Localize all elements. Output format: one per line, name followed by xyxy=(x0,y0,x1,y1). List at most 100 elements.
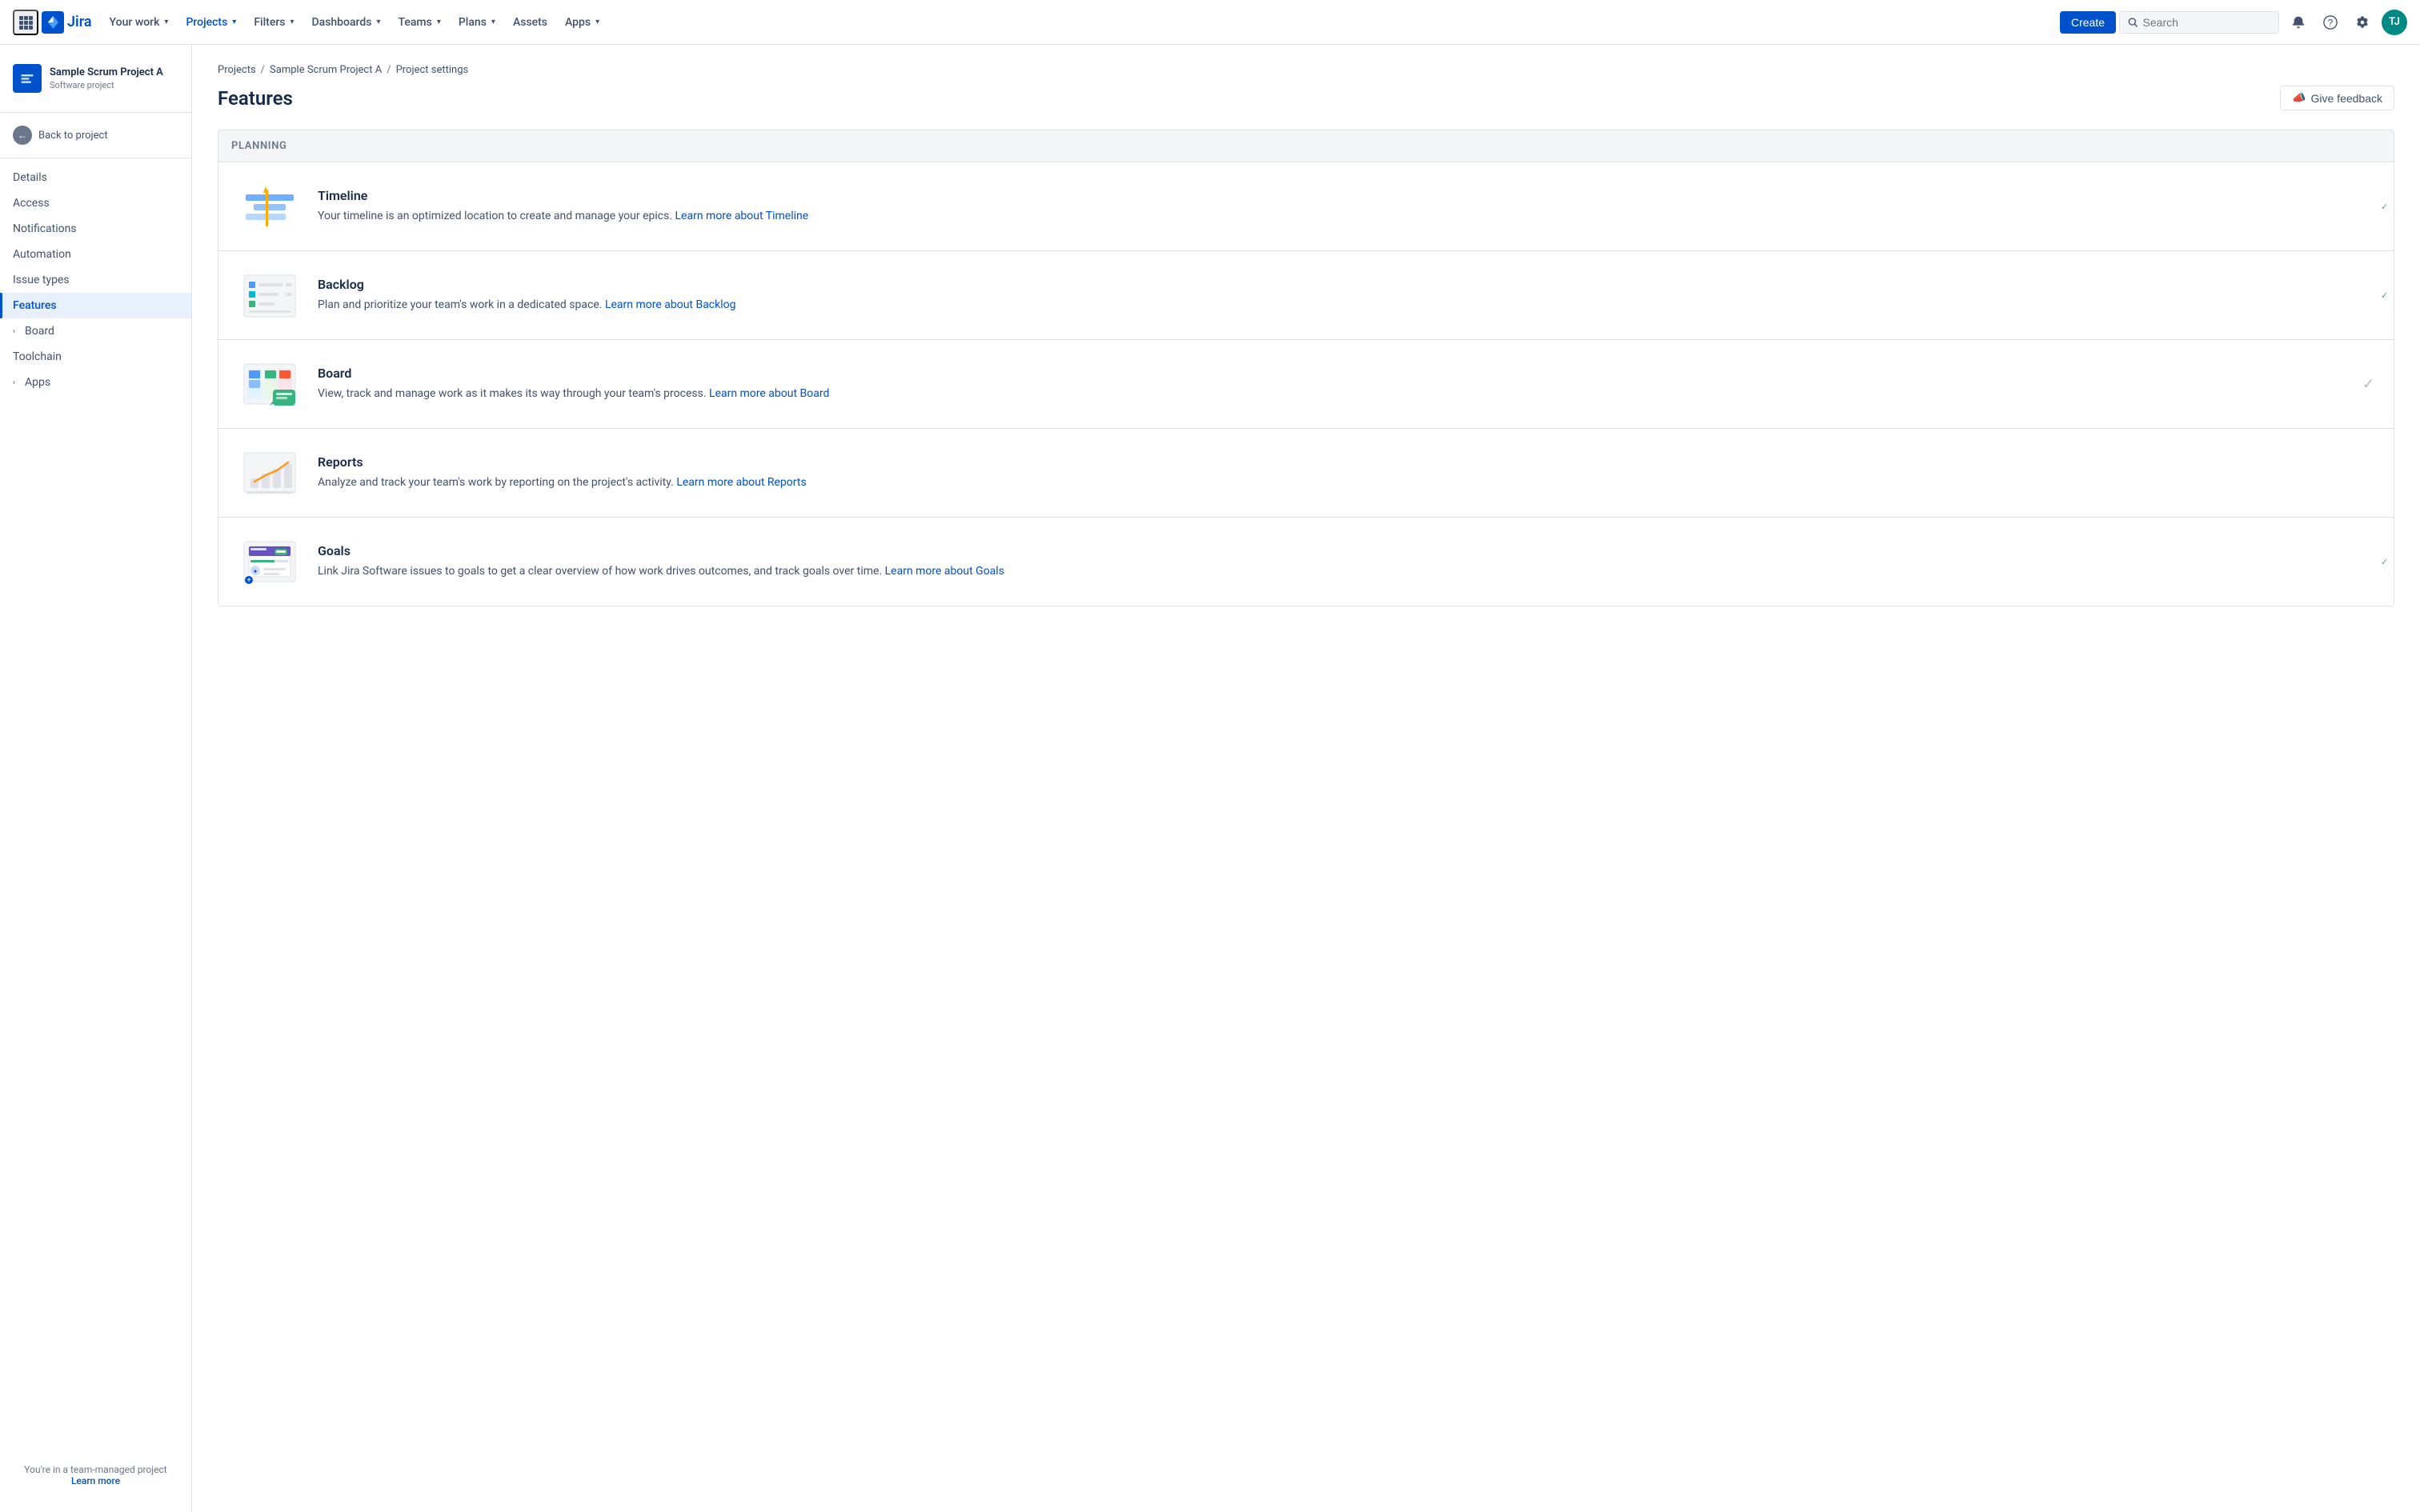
top-nav-items: Your work ▾ Projects ▾ Filters ▾ Dashboa… xyxy=(102,11,2053,34)
reports-content: Reports Analyze and track your team's wo… xyxy=(318,454,2358,491)
nav-filters[interactable]: Filters ▾ xyxy=(246,11,302,34)
board-content: Board View, track and manage work as it … xyxy=(318,366,2346,402)
sidebar-item-automation[interactable]: Automation xyxy=(0,242,191,267)
settings-button[interactable] xyxy=(2350,10,2375,35)
back-icon: ← xyxy=(13,126,32,145)
backlog-learn-more-link[interactable]: Learn more about Backlog xyxy=(605,298,736,311)
goals-learn-more-link[interactable]: Learn more about Goals xyxy=(885,565,1004,578)
board-checkmark: ✓ xyxy=(2362,376,2374,393)
feature-cards-list: Timeline Your timeline is an optimized l… xyxy=(218,162,2394,606)
svg-text:+: + xyxy=(246,577,250,585)
board-icon xyxy=(238,356,302,412)
give-feedback-button[interactable]: 📣 Give feedback xyxy=(2280,86,2394,110)
feature-card-timeline: Timeline Your timeline is an optimized l… xyxy=(218,162,2394,251)
sidebar: Sample Scrum Project A Software project … xyxy=(0,45,192,1512)
megaphone-icon: 📣 xyxy=(2292,91,2306,105)
check-icon: ✓ xyxy=(2381,202,2388,212)
jira-logo[interactable]: Jira xyxy=(42,11,92,34)
timeline-content: Timeline Your timeline is an optimized l… xyxy=(318,188,2358,225)
goals-description: Link Jira Software issues to goals to ge… xyxy=(318,563,2358,580)
breadcrumb-project-name[interactable]: Sample Scrum Project A xyxy=(270,64,382,76)
nav-your-work[interactable]: Your work ▾ xyxy=(102,11,177,34)
user-avatar[interactable]: TJ xyxy=(2382,10,2407,35)
backlog-title: Backlog xyxy=(318,277,2358,292)
sidebar-item-features[interactable]: Features xyxy=(0,293,191,318)
backlog-icon xyxy=(238,267,302,323)
main-layout: Sample Scrum Project A Software project … xyxy=(0,45,2420,1512)
backlog-content: Backlog Plan and prioritize your team's … xyxy=(318,277,2358,314)
sidebar-divider xyxy=(0,112,191,113)
backlog-description: Plan and prioritize your team's work in … xyxy=(318,297,2358,314)
features-section: Planning xyxy=(218,130,2394,606)
svg-text:?: ? xyxy=(2328,18,2334,28)
top-navigation: Jira Your work ▾ Projects ▾ Filters ▾ Da… xyxy=(0,0,2420,45)
board-title: Board xyxy=(318,366,2346,381)
expand-icon: › xyxy=(13,327,15,336)
topnav-right-section: ? TJ xyxy=(2119,10,2407,35)
learn-more-link[interactable]: Learn more xyxy=(71,1475,120,1486)
board-description: View, track and manage work as it makes … xyxy=(318,386,2346,402)
grid-menu-button[interactable] xyxy=(13,10,38,35)
search-icon xyxy=(2128,17,2138,28)
breadcrumb-projects[interactable]: Projects xyxy=(218,64,256,76)
chevron-down-icon: ▾ xyxy=(376,18,380,26)
chevron-down-icon: ▾ xyxy=(232,18,236,26)
create-button[interactable]: Create xyxy=(2060,11,2116,34)
nav-assets[interactable]: Assets xyxy=(505,11,555,34)
page-title: Features xyxy=(218,87,293,110)
check-icon: ✓ xyxy=(2362,376,2374,393)
chevron-down-icon: ▾ xyxy=(491,18,495,26)
sidebar-item-details[interactable]: Details xyxy=(0,165,191,190)
timeline-learn-more-link[interactable]: Learn more about Timeline xyxy=(675,210,809,222)
chevron-down-icon: ▾ xyxy=(290,18,294,26)
reports-title: Reports xyxy=(318,454,2358,470)
project-icon xyxy=(13,64,42,93)
sidebar-project-name: Sample Scrum Project A xyxy=(50,66,163,80)
nav-plans[interactable]: Plans ▾ xyxy=(451,11,503,34)
nav-dashboards[interactable]: Dashboards ▾ xyxy=(304,11,389,34)
sidebar-item-issue-types[interactable]: Issue types xyxy=(0,267,191,293)
main-content: Projects / Sample Scrum Project A / Proj… xyxy=(192,45,2420,1512)
breadcrumb: Projects / Sample Scrum Project A / Proj… xyxy=(218,64,2394,76)
search-bar[interactable] xyxy=(2119,11,2279,34)
chevron-down-icon: ▾ xyxy=(164,18,168,26)
goals-title: Goals xyxy=(318,543,2358,558)
goals-icon: ✦ + xyxy=(238,534,302,590)
check-icon: ✓ xyxy=(2381,290,2388,301)
chevron-down-icon: ▾ xyxy=(595,18,599,26)
sidebar-item-board[interactable]: › Board xyxy=(0,318,191,344)
page-header: Features 📣 Give feedback xyxy=(218,86,2394,110)
feature-card-reports: Reports Analyze and track your team's wo… xyxy=(218,429,2394,518)
nav-apps[interactable]: Apps ▾ xyxy=(557,11,607,34)
search-input[interactable] xyxy=(2143,16,2270,29)
sidebar-item-apps[interactable]: › Apps xyxy=(0,370,191,395)
check-icon: ✓ xyxy=(2381,557,2388,567)
nav-teams[interactable]: Teams ▾ xyxy=(391,11,449,34)
breadcrumb-current: Project settings xyxy=(396,64,469,76)
help-button[interactable]: ? xyxy=(2318,10,2343,35)
breadcrumb-separator: / xyxy=(261,64,265,76)
feature-card-backlog: Backlog Plan and prioritize your team's … xyxy=(218,251,2394,340)
timeline-icon xyxy=(238,178,302,234)
nav-projects[interactable]: Projects ▾ xyxy=(178,11,244,34)
notifications-button[interactable] xyxy=(2286,10,2311,35)
chevron-down-icon: ▾ xyxy=(437,18,441,26)
timeline-description: Your timeline is an optimized location t… xyxy=(318,208,2358,225)
svg-text:✦: ✦ xyxy=(253,568,258,575)
sidebar-item-access[interactable]: Access xyxy=(0,190,191,216)
sidebar-item-notifications[interactable]: Notifications xyxy=(0,216,191,242)
goals-content: Goals Link Jira Software issues to goals… xyxy=(318,543,2358,580)
feature-card-goals: ✦ + Goals Link Jira Software issues to g… xyxy=(218,518,2394,606)
timeline-title: Timeline xyxy=(318,188,2358,203)
breadcrumb-separator-2: / xyxy=(387,64,391,76)
sidebar-footer: You're in a team-managed project Learn m… xyxy=(0,1451,191,1499)
reports-learn-more-link[interactable]: Learn more about Reports xyxy=(676,476,806,489)
sidebar-item-toolchain[interactable]: Toolchain xyxy=(0,344,191,370)
reports-icon xyxy=(238,445,302,501)
expand-icon: › xyxy=(13,378,15,387)
sidebar-project-header: Sample Scrum Project A Software project xyxy=(0,58,191,106)
back-to-project-button[interactable]: ← Back to project xyxy=(0,119,191,151)
board-learn-more-link[interactable]: Learn more about Board xyxy=(709,387,829,400)
x-icon: ✕ xyxy=(2362,468,2369,478)
feature-card-board: Board View, track and manage work as it … xyxy=(218,340,2394,429)
